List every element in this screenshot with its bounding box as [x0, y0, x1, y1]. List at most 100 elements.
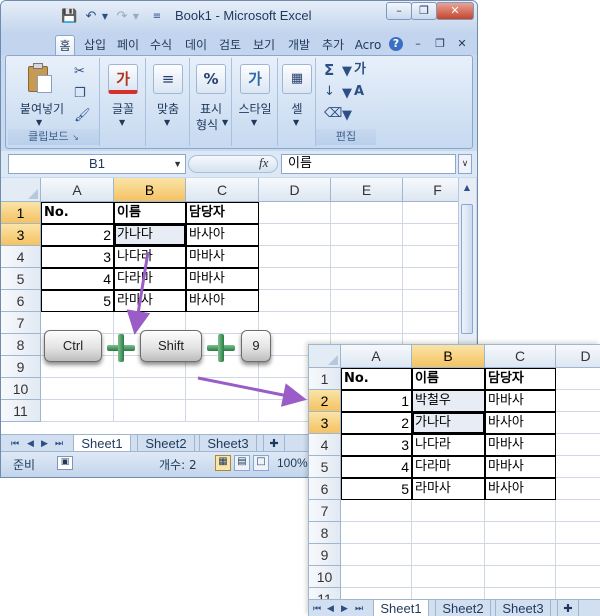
next-sheet-icon[interactable]: ▶ — [341, 602, 348, 616]
cell-c4[interactable]: 마바사 — [485, 434, 556, 456]
fill-dropdown-icon[interactable]: ▼ — [342, 86, 352, 102]
number-label-line2[interactable]: 형식 — [190, 116, 224, 133]
format-painter-icon[interactable]: 🖌 — [74, 108, 91, 124]
cells-label[interactable]: 셀 — [278, 100, 316, 117]
font-label[interactable]: 글꼴 — [100, 100, 146, 117]
tab-data[interactable]: 데이 — [182, 35, 210, 55]
row-header[interactable]: 7 — [1, 312, 41, 334]
cell-c1[interactable]: 담당자 — [485, 368, 556, 390]
find-select-icon[interactable]: A — [354, 84, 364, 100]
cell-empty[interactable] — [331, 268, 403, 290]
last-sheet-icon[interactable]: ⏭ — [55, 437, 63, 451]
zoom-level[interactable]: 100% — [277, 456, 308, 470]
name-box[interactable]: B1 ▼ — [8, 154, 186, 174]
column-header-b[interactable]: B — [114, 178, 186, 202]
cell-c6[interactable]: 바사아 — [186, 290, 259, 312]
cells-icon[interactable]: ▦ — [282, 64, 312, 94]
cell-empty[interactable] — [556, 478, 600, 500]
cell-empty[interactable] — [259, 246, 331, 268]
ribbon-minimize-icon[interactable]: – — [411, 37, 425, 51]
column-header-c[interactable]: C — [186, 178, 259, 202]
styles-label[interactable]: 스타일 — [232, 100, 278, 117]
minimize-button[interactable]: – — [386, 2, 412, 20]
column-header-d[interactable]: D — [259, 178, 331, 202]
ribbon-restore-icon[interactable]: ❐ — [433, 37, 447, 51]
insert-function-icon[interactable]: fx — [259, 155, 268, 171]
cell-c6[interactable]: 바사아 — [485, 478, 556, 500]
cell-b8[interactable] — [412, 522, 485, 544]
cell-b3[interactable]: 가나다 — [114, 224, 186, 246]
cell-c8[interactable] — [485, 522, 556, 544]
cell-c5[interactable]: 마바사 — [485, 456, 556, 478]
font-icon[interactable]: 가 — [108, 64, 138, 94]
paste-label[interactable]: 붙여넣기 — [14, 100, 70, 117]
cell-a10[interactable] — [341, 566, 412, 588]
row-header[interactable]: 5 — [309, 456, 341, 478]
cell-b4[interactable]: 나다라 — [114, 246, 186, 268]
alignment-label[interactable]: 맞춤 — [146, 100, 190, 117]
cell-b10[interactable] — [412, 566, 485, 588]
next-sheet-icon[interactable]: ▶ — [41, 437, 48, 451]
cell-c7[interactable] — [485, 500, 556, 522]
cell-c3[interactable]: 바사아 — [485, 412, 556, 434]
number-dropdown-icon[interactable]: ▼ — [222, 118, 228, 127]
cell-empty[interactable] — [331, 224, 403, 246]
cell-empty[interactable] — [331, 312, 403, 334]
number-label-line1[interactable]: 표시 — [190, 100, 232, 117]
paste-dropdown-icon[interactable]: ▼ — [36, 118, 42, 127]
row-header[interactable]: 8 — [1, 334, 41, 356]
row-header[interactable]: 7 — [309, 500, 341, 522]
cell-empty[interactable] — [556, 412, 600, 434]
page-break-view-icon[interactable]: □ — [253, 455, 269, 471]
cell-a3[interactable]: 2 — [341, 412, 412, 434]
customize-qat-icon[interactable]: ≡ — [149, 9, 165, 25]
tab-formulas[interactable]: 수식 — [147, 35, 175, 55]
cell-empty[interactable] — [259, 312, 331, 334]
formula-input[interactable]: 이름 — [281, 154, 456, 174]
cell-c4[interactable]: 마바사 — [186, 246, 259, 268]
column-header-b[interactable]: B — [412, 345, 485, 368]
cell-c2[interactable]: 마바사 — [485, 390, 556, 412]
cell-empty[interactable] — [331, 246, 403, 268]
autosum-icon[interactable]: Σ — [324, 62, 334, 78]
sheet-tab-sheet1[interactable]: Sheet1 — [373, 600, 429, 616]
cell-b4[interactable]: 나다라 — [412, 434, 485, 456]
restore-button[interactable]: ❐ — [411, 2, 437, 20]
sheet-tab-sheet2[interactable]: Sheet2 — [435, 600, 491, 616]
cell-a9[interactable] — [341, 544, 412, 566]
cell-b5[interactable]: 다라마 — [412, 456, 485, 478]
column-header-a[interactable]: A — [341, 345, 412, 368]
cell-b1[interactable]: 이름 — [114, 202, 186, 224]
alignment-dropdown-icon[interactable]: ▼ — [164, 118, 170, 127]
cell-b6[interactable]: 라마사 — [412, 478, 485, 500]
cell-a1[interactable]: No. — [341, 368, 412, 390]
cell-empty[interactable] — [259, 202, 331, 224]
cell-b5[interactable]: 다라마 — [114, 268, 186, 290]
cell-b6[interactable]: 라마사 — [114, 290, 186, 312]
row-header[interactable]: 6 — [309, 478, 341, 500]
tab-acrobat[interactable]: Acro — [353, 35, 383, 55]
cell-empty[interactable] — [556, 566, 600, 588]
cell-c10[interactable] — [485, 566, 556, 588]
column-header-e[interactable]: E — [331, 178, 403, 202]
cell-c1[interactable]: 담당자 — [186, 202, 259, 224]
cell-empty[interactable] — [556, 522, 600, 544]
cell-c3[interactable]: 바사아 — [186, 224, 259, 246]
cell-a7[interactable] — [341, 500, 412, 522]
redo-dropdown-icon[interactable]: ▼ — [128, 9, 144, 25]
cell-a6[interactable]: 5 — [41, 290, 114, 312]
cell-a5[interactable]: 4 — [41, 268, 114, 290]
row-header[interactable]: 6 — [1, 290, 41, 312]
row-header[interactable]: 4 — [1, 246, 41, 268]
cut-icon[interactable]: ✂ — [74, 64, 85, 80]
ribbon-close-icon[interactable]: ✕ — [455, 37, 469, 51]
cell-empty[interactable] — [556, 368, 600, 390]
cell-c10[interactable] — [186, 378, 259, 400]
tab-page-layout[interactable]: 페이 — [114, 35, 142, 55]
row-header[interactable]: 9 — [309, 544, 341, 566]
row-header[interactable]: 1 — [309, 368, 341, 390]
cell-a4[interactable]: 3 — [41, 246, 114, 268]
cell-empty[interactable] — [259, 290, 331, 312]
row-header[interactable]: 3 — [309, 412, 341, 434]
cell-empty[interactable] — [556, 544, 600, 566]
